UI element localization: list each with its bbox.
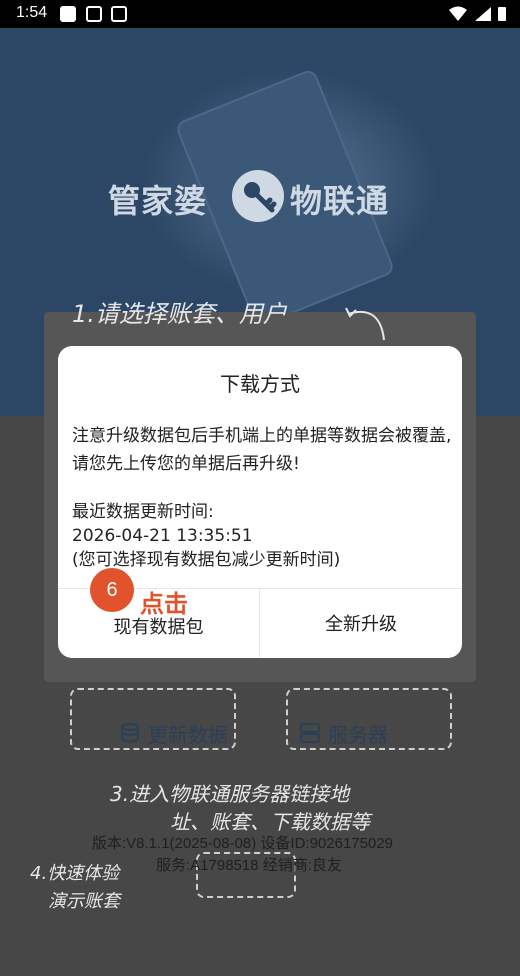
dialog-update-info: 最近数据更新时间: 2026-04-21 13:35:51 (您可选择现有数据包… — [72, 500, 452, 572]
app-b-icon — [111, 6, 127, 22]
step-number-badge: 6 — [90, 568, 134, 612]
step-click-label: 点击 — [140, 590, 188, 618]
status-bar: 1:54 — [0, 0, 520, 28]
last-update-label: 最近数据更新时间: — [72, 502, 214, 522]
key-icon — [232, 170, 284, 222]
update-data-button[interactable]: 更新数据 — [118, 716, 228, 750]
server-label: 服务器 — [328, 722, 388, 747]
notification-icon — [60, 6, 76, 22]
hint-demo-line-2: 演示账套 — [48, 891, 120, 912]
update-data-label: 更新数据 — [148, 722, 228, 747]
hint-connect-line-1: 3.进入物联通服务器链接地 — [110, 782, 350, 806]
dialog-warning-message: 注意升级数据包后手机端上的单据等数据会被覆盖,请您先上传您的单据后再升级! — [72, 426, 452, 474]
version-info: 版本:V8.1.1(2025-08-08) 设备ID:9026175029 — [92, 835, 394, 852]
status-time: 1:54 — [16, 4, 48, 21]
database-icon — [121, 723, 139, 743]
hint-connect-server: 3.进入物联通服务器链接地 址、账套、下载数据等 — [110, 780, 370, 836]
hint-demo-line-1: 4.快速体验 — [30, 863, 120, 884]
dialog-hint: (您可选择现有数据包减少更新时间) — [72, 550, 341, 570]
download-method-dialog: 下载方式 注意升级数据包后手机端上的单据等数据会被覆盖,请您先上传您的单据后再升… — [58, 346, 462, 658]
logo-text-right: 物联通 — [290, 182, 390, 220]
brand-logo: 管家婆 物联通 — [108, 168, 418, 222]
hint-demo-account: 4.快速体验 演示账套 — [30, 860, 120, 916]
logo-text-left: 管家婆 — [108, 182, 208, 220]
last-update-time: 2026-04-21 13:35:51 — [72, 526, 253, 546]
status-indicators-icon — [449, 6, 506, 21]
dialog-title: 下载方式 — [220, 372, 300, 396]
full-upgrade-button[interactable]: 全新升级 — [260, 588, 462, 658]
hint-select-account: 1.请选择账套、用户 — [72, 300, 287, 328]
app-a-icon — [86, 6, 102, 22]
server-icon — [300, 723, 320, 743]
service-info: 服务:A1798518 经销商:良友 — [156, 857, 342, 874]
server-button[interactable]: 服务器 — [298, 716, 388, 750]
